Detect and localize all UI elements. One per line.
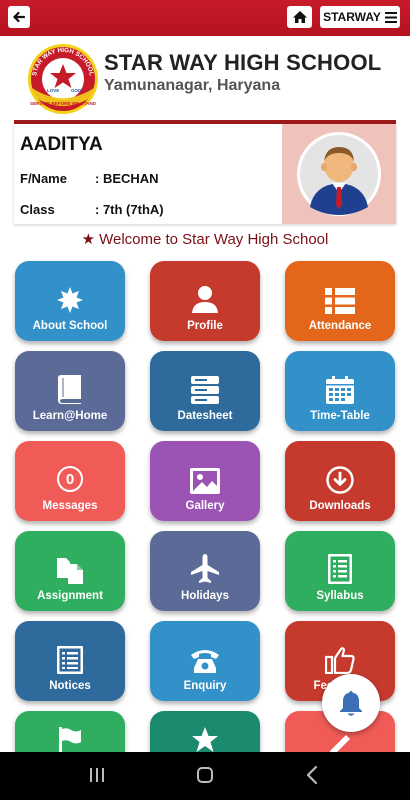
tile-label: Learn@Home — [32, 410, 108, 422]
school-logo: STAR WAY HIGH SCHOOL SERVICE BEFORE WE S… — [26, 42, 98, 114]
server-icon — [191, 376, 219, 404]
star-icon — [192, 727, 218, 752]
tile-label: Messages — [42, 500, 98, 512]
svg-text:GOD: GOD — [71, 88, 82, 93]
school-name: STAR WAY HIGH SCHOOL — [104, 50, 382, 75]
thumbs-up-icon — [325, 647, 355, 674]
document-list-icon — [328, 554, 352, 584]
list-icon — [325, 288, 355, 314]
tile-label: About School — [32, 320, 108, 332]
home-icon — [292, 11, 307, 23]
class-value: : 7th (7thA) — [95, 202, 164, 217]
book-icon — [58, 375, 81, 404]
starway-menu-button[interactable]: STARWAY — [320, 6, 400, 28]
flag-icon — [59, 727, 81, 753]
tile-label: Gallery — [185, 500, 225, 512]
tile-notices[interactable]: Notices — [15, 621, 125, 701]
tile-datesheet[interactable]: Datesheet — [150, 351, 260, 431]
nav-back-icon[interactable] — [306, 765, 318, 791]
tile-label: Downloads — [309, 500, 371, 512]
tile-label: Enquiry — [183, 680, 227, 692]
download-circle-icon — [326, 466, 354, 494]
calendar-icon — [326, 376, 354, 404]
tile-holidays[interactable]: Holidays — [150, 531, 260, 611]
tile-enquiry[interactable]: Enquiry — [150, 621, 260, 701]
school-location: Yamunanagar, Haryana — [104, 77, 281, 94]
school-header: STAR WAY HIGH SCHOOL SERVICE BEFORE WE S… — [0, 36, 410, 120]
svg-text:SERVICE BEFORE WE STAND: SERVICE BEFORE WE STAND — [30, 101, 97, 106]
copy-icon — [57, 558, 83, 584]
tile-about-school[interactable]: About School — [15, 261, 125, 341]
tile-label: Holidays — [181, 590, 229, 602]
tile-label: Syllabus — [316, 590, 364, 602]
tile-messages[interactable]: 0 Messages — [15, 441, 125, 521]
tile-label: Assignment — [37, 590, 103, 602]
star-icon: ★ — [81, 231, 96, 248]
father-name-label: F/Name — [20, 171, 67, 186]
tile-learn-at-home[interactable]: Learn@Home — [15, 351, 125, 431]
tile-label: Datesheet — [177, 410, 233, 422]
notice-board-icon — [57, 646, 83, 674]
class-label: Class — [20, 202, 55, 217]
recents-icon[interactable] — [90, 768, 106, 782]
welcome-text: Welcome to Star Way High School — [99, 231, 329, 248]
tile-syllabus[interactable]: Syllabus — [285, 531, 395, 611]
tile-gallery[interactable]: Gallery — [150, 441, 260, 521]
tile-time-table[interactable]: Time-Table — [285, 351, 395, 431]
tile-label: Profile — [187, 320, 223, 332]
hamburger-icon — [384, 11, 397, 23]
starway-menu-label: STARWAY — [323, 10, 381, 24]
student-card: AADITYA F/Name : BECHAN Class : 7th (7th… — [14, 124, 396, 224]
tile-label: Attendance — [308, 320, 372, 332]
person-icon — [192, 286, 218, 313]
tile-label: Notices — [49, 680, 91, 692]
tile-label: Time-Table — [310, 410, 370, 422]
image-icon — [190, 468, 220, 494]
student-avatar-icon — [297, 132, 381, 216]
tile-profile[interactable]: Profile — [150, 261, 260, 341]
student-photo[interactable] — [282, 124, 396, 224]
svg-text:LOVE: LOVE — [47, 88, 59, 93]
nav-home-icon[interactable] — [197, 767, 213, 783]
tile-assignment[interactable]: Assignment — [15, 531, 125, 611]
tile-downloads[interactable]: Downloads — [285, 441, 395, 521]
system-navigation-bar — [0, 752, 410, 800]
back-arrow-icon — [12, 11, 26, 23]
father-name-value: : BECHAN — [95, 171, 159, 186]
welcome-banner: ★ Welcome to Star Way High School — [0, 230, 410, 248]
notification-fab[interactable] — [322, 674, 380, 732]
starburst-icon — [57, 287, 83, 313]
back-button[interactable] — [8, 6, 30, 28]
message-count-badge: 0 — [57, 466, 83, 492]
student-name: AADITYA — [20, 134, 103, 155]
tile-attendance[interactable]: Attendance — [285, 261, 395, 341]
airplane-icon — [191, 554, 219, 583]
top-bar: STARWAY — [0, 0, 410, 36]
telephone-icon — [191, 650, 219, 673]
bell-icon — [340, 691, 362, 716]
home-button[interactable] — [287, 6, 312, 28]
